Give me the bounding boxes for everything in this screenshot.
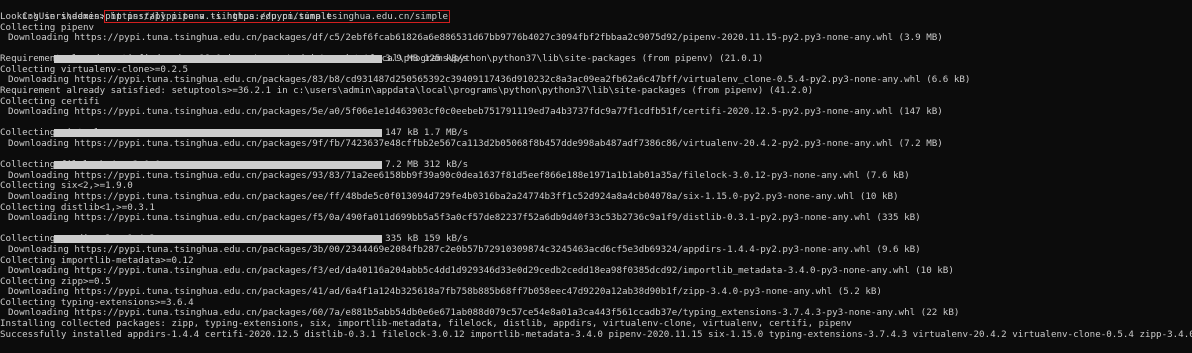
output-line-downloading: Downloading https://pypi.tuna.tsinghua.e… (8, 265, 954, 276)
output-line-success: Successfully installed appdirs-1.4.4 cer… (0, 329, 1192, 340)
output-line-downloading: Downloading https://pypi.tuna.tsinghua.e… (8, 212, 921, 223)
output-line-index: Looking in indexes: https://pypi.tuna.ts… (0, 11, 332, 22)
progress-text: 7.2 MB 312 kB/s (385, 159, 469, 170)
output-line-collecting: Collecting six<2,>=1.9.0 (0, 180, 133, 191)
progress-text: 147 kB 1.7 MB/s (385, 127, 469, 138)
output-line-collecting: Collecting appdirs<2,>=1.4.3 (0, 233, 155, 244)
output-line-downloading: Downloading https://pypi.tuna.tsinghua.e… (8, 170, 910, 181)
output-line-collecting: Collecting filelock<4,>=3.0.0 (0, 159, 161, 170)
terminal-window[interactable]: C:\Users\admin>pip install pipenv -i htt… (0, 0, 1192, 353)
output-line-requirement: Requirement already satisfied: setuptool… (0, 85, 814, 96)
output-line-downloading: Downloading https://pypi.tuna.tsinghua.e… (8, 74, 971, 85)
output-line-downloading: Downloading https://pypi.tuna.tsinghua.e… (8, 307, 960, 318)
output-line-requirement: Requirement already satisfied: pip>=18.0… (0, 53, 764, 64)
output-line-downloading: Downloading https://pypi.tuna.tsinghua.e… (8, 191, 899, 202)
output-line-downloading: Downloading https://pypi.tuna.tsinghua.e… (8, 138, 943, 149)
output-line-downloading: Downloading https://pypi.tuna.tsinghua.e… (8, 32, 943, 43)
output-line-installing: Installing collected packages: zipp, typ… (0, 318, 852, 329)
output-line-downloading: Downloading https://pypi.tuna.tsinghua.e… (8, 244, 921, 255)
output-line-downloading: Downloading https://pypi.tuna.tsinghua.e… (8, 286, 882, 297)
output-line-collecting: Collecting virtualenv (0, 127, 117, 138)
progress-text: 335 kB 159 kB/s (385, 233, 469, 244)
output-line-downloading: Downloading https://pypi.tuna.tsinghua.e… (8, 106, 943, 117)
